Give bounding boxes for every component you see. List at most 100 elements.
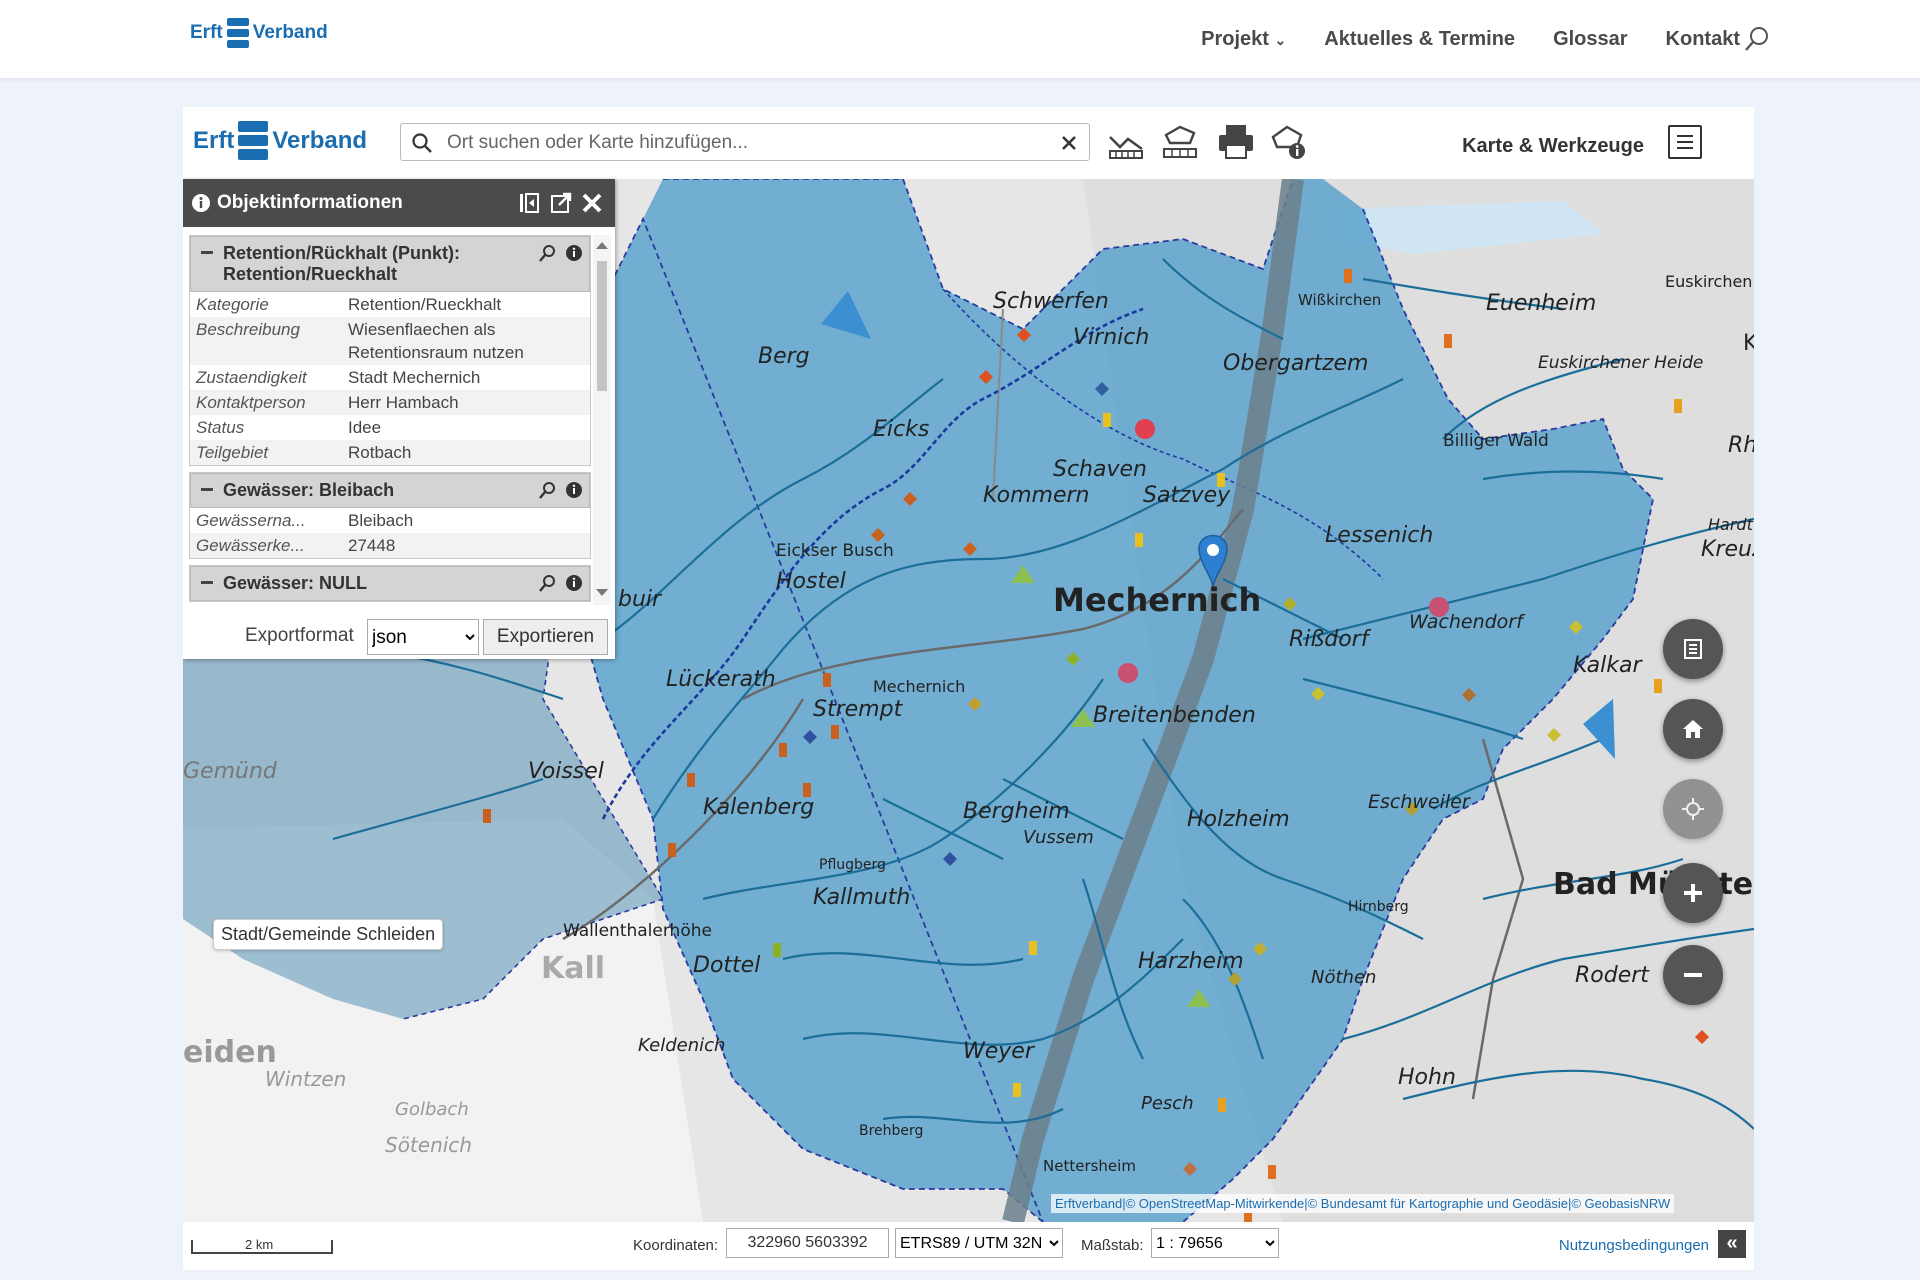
map-search-input[interactable] xyxy=(445,124,1029,162)
info-icon[interactable] xyxy=(565,574,583,592)
object-info-panel: Objektinformationen Retention/Rückhalt (… xyxy=(183,179,615,659)
attr-key: Kategorie xyxy=(196,295,269,314)
scroll-up-icon[interactable] xyxy=(593,239,611,253)
locate-button[interactable] xyxy=(1663,779,1723,839)
export-button[interactable]: Exportieren xyxy=(483,619,608,655)
collapse-statusbar-button[interactable]: « xyxy=(1718,1230,1746,1258)
collapse-icon[interactable] xyxy=(201,251,213,254)
print-icon[interactable] xyxy=(1215,121,1257,163)
crosshair-icon xyxy=(1682,798,1704,820)
scale-select[interactable]: 1 : 79656 xyxy=(1151,1228,1279,1258)
label-euskirchen: Euskirchen xyxy=(1665,272,1753,291)
scale-bar-label: 2 km xyxy=(245,1237,274,1252)
attr-value: Rotbach xyxy=(348,443,412,462)
label-kalenberg: Kalenberg xyxy=(703,795,815,820)
zoom-in-button[interactable] xyxy=(1663,863,1723,923)
coordinates-field[interactable] xyxy=(726,1228,889,1258)
area-measure-icon[interactable] xyxy=(1160,121,1202,163)
label-dottel: Dottel xyxy=(693,953,761,978)
info-section-header[interactable]: Retention/Rückhalt (Punkt): Retention/Ru… xyxy=(190,236,590,292)
label-wisskirchen: Wißkirchen xyxy=(1298,291,1382,309)
dock-icon[interactable] xyxy=(517,191,541,215)
terms-of-use-link[interactable]: Nutzungsbedingungen xyxy=(1559,1237,1709,1254)
elevation-profile-icon[interactable] xyxy=(1106,121,1148,163)
info-section-header[interactable]: Gewässer: Bleibach xyxy=(190,473,590,508)
label-kalkar: Kalkar xyxy=(1573,653,1642,678)
nav-kontakt[interactable]: Kontakt xyxy=(1666,28,1740,51)
label-voissel: Voissel xyxy=(528,759,604,784)
export-format-select[interactable]: json xyxy=(367,619,479,655)
app-logo[interactable]: Erft Verband xyxy=(193,121,367,160)
attr-value: 27448 xyxy=(348,536,396,555)
label-brehberg: Brehberg xyxy=(859,1123,924,1139)
attr-value: Stadt Mechernich xyxy=(348,368,481,387)
zoom-to-feature-icon[interactable] xyxy=(539,481,557,499)
nav-aktuelles[interactable]: Aktuelles & Termine xyxy=(1324,28,1515,51)
home-button[interactable] xyxy=(1663,699,1723,759)
label-wallenthalerhoehe: Wallenthalerhöhe xyxy=(563,921,712,941)
label-eschweiler: Eschweiler xyxy=(1368,791,1470,813)
close-icon[interactable] xyxy=(581,192,603,214)
label-vussem: Vussem xyxy=(1023,827,1094,848)
label-schwerfen: Schwerfen xyxy=(993,289,1109,314)
feature-info-icon[interactable] xyxy=(1267,121,1309,163)
status-bar: 2 km Koordinaten: ETRS89 / UTM 32N Maßst… xyxy=(183,1222,1754,1270)
chevron-down-icon: ⌄ xyxy=(1274,31,1287,48)
menu-icon[interactable] xyxy=(1668,125,1702,159)
coordinates-label: Koordinaten: xyxy=(633,1237,719,1254)
clear-icon[interactable] xyxy=(1061,135,1077,151)
attr-row: Kontaktperson Herr Hambach xyxy=(190,390,590,415)
label-eickser-busch: Eickser Busch xyxy=(776,541,894,561)
object-info-list[interactable]: Retention/Rückhalt (Punkt): Retention/Ru… xyxy=(189,235,591,605)
crs-select[interactable]: ETRS89 / UTM 32N xyxy=(895,1228,1063,1258)
app-logo-wave-icon xyxy=(238,121,269,160)
hover-tooltip: Stadt/Gemeinde Schleiden xyxy=(213,919,444,950)
info-icon[interactable] xyxy=(565,244,583,262)
zoom-to-feature-icon[interactable] xyxy=(539,574,557,592)
info-section-bleibach: Gewässer: Bleibach Gewässerna... Bleibach… xyxy=(189,472,591,559)
label-pesch: Pesch xyxy=(1141,1093,1194,1114)
search-icon xyxy=(412,133,432,153)
info-section-title: Gewässer: NULL xyxy=(223,573,368,593)
info-section-title: Retention/Rückhalt (Punkt): Retention/Ru… xyxy=(223,243,460,284)
label-bad-muenster: Bad Münster xyxy=(1553,867,1754,902)
nav-projekt-label: Projekt xyxy=(1201,27,1269,50)
attr-key: Kontaktperson xyxy=(196,393,306,412)
label-kreuzwe: Kreuzwe xyxy=(1701,537,1754,562)
label-euenheim: Euenheim xyxy=(1486,291,1597,316)
label-pflugberg: Pflugberg xyxy=(819,857,886,873)
collapse-icon[interactable] xyxy=(201,581,213,584)
collapse-icon[interactable] xyxy=(201,488,213,491)
export-format-label: Exportformat xyxy=(245,625,354,646)
label-buir: buir xyxy=(618,587,662,612)
info-section-header[interactable]: Gewässer: NULL xyxy=(190,566,590,601)
attr-row: Gewässerke... 27448 xyxy=(190,533,590,558)
site-logo[interactable]: Erft Verband xyxy=(190,18,328,48)
attr-value: Herr Hambach xyxy=(348,393,459,412)
app-logo-text-erft: Erft xyxy=(193,126,235,154)
zoom-out-button[interactable] xyxy=(1663,945,1723,1005)
map-attribution[interactable]: Erftverband|© OpenStreetMap-Mitwirkende|… xyxy=(1051,1194,1675,1213)
zoom-to-feature-icon[interactable] xyxy=(539,244,557,262)
label-hostel: Hostel xyxy=(776,569,846,594)
export-bar: Exportformat json Exportieren xyxy=(183,611,615,659)
scroll-down-icon[interactable] xyxy=(593,585,611,599)
map-search-box xyxy=(400,123,1090,162)
info-icon[interactable] xyxy=(565,481,583,499)
label-harzheim: Harzheim xyxy=(1138,949,1244,974)
legend-button[interactable] xyxy=(1663,619,1723,679)
nav-projekt[interactable]: Projekt ⌄ xyxy=(1201,28,1286,51)
scrollbar-thumb[interactable] xyxy=(597,261,607,391)
attr-key: Gewässerke... xyxy=(196,536,305,555)
label-golbach: Golbach xyxy=(395,1099,469,1120)
logo-text-verband: Verband xyxy=(252,22,328,43)
nav-glossar[interactable]: Glossar xyxy=(1553,28,1627,51)
label-eicks: Eicks xyxy=(873,417,930,442)
popout-icon[interactable] xyxy=(549,191,573,215)
search-icon[interactable] xyxy=(1744,26,1770,52)
tools-label: Karte & Werkzeuge xyxy=(1462,135,1644,157)
label-satzvey: Satzvey xyxy=(1143,483,1231,508)
label-soetenich: Sötenich xyxy=(385,1133,472,1157)
label-rh: Rh xyxy=(1728,433,1754,458)
info-scrollbar[interactable] xyxy=(593,235,611,605)
